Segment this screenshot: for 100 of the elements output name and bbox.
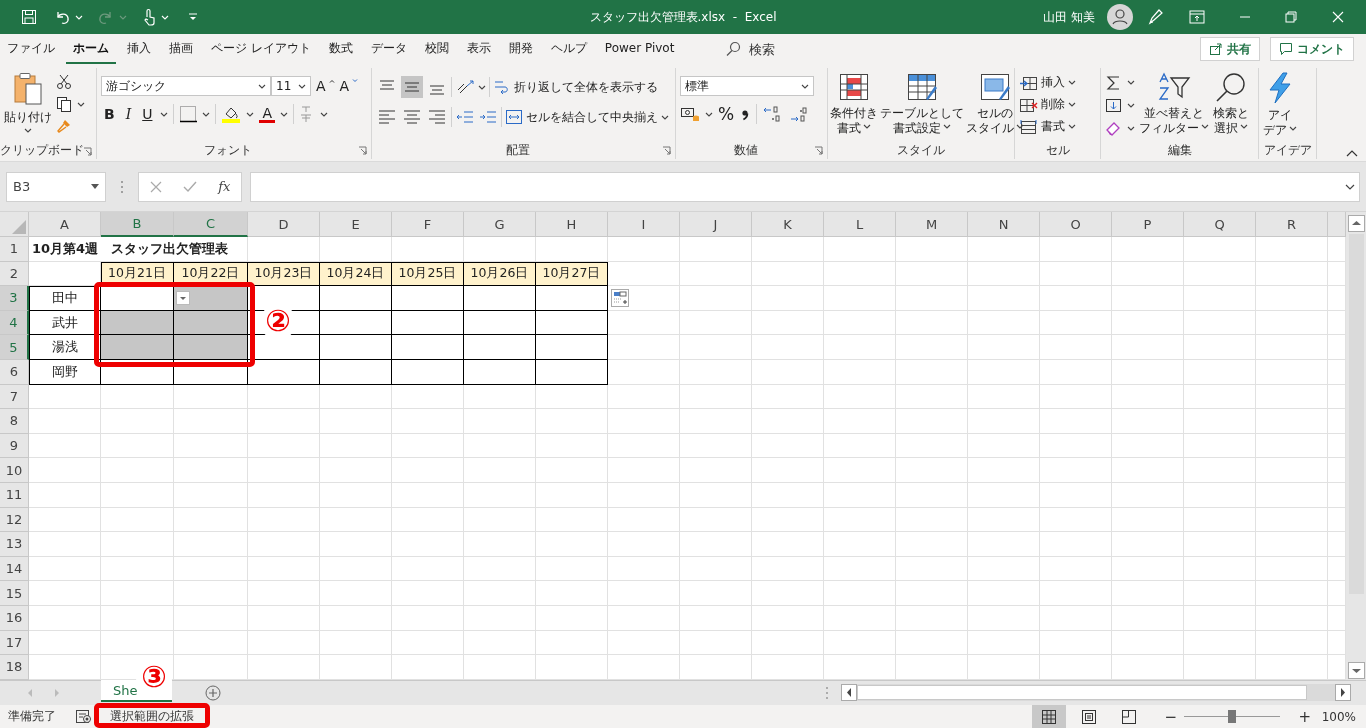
row-header[interactable]: 13 <box>0 532 29 557</box>
ribbon-tab[interactable]: 校閲 <box>417 34 456 64</box>
scroll-left-icon[interactable] <box>841 684 857 701</box>
row-header[interactable]: 17 <box>0 630 29 656</box>
insert-function-button[interactable]: fx <box>218 179 231 194</box>
save-icon[interactable] <box>21 9 37 25</box>
row-header[interactable]: 11 <box>0 482 29 508</box>
row-header[interactable]: 4 <box>0 310 29 336</box>
font-name-field[interactable]: 游ゴシック <box>101 76 271 96</box>
zoom-out-button[interactable]: − <box>1163 707 1178 726</box>
caret-icon[interactable] <box>1345 183 1355 190</box>
caret-icon[interactable] <box>1068 102 1076 107</box>
caret-icon[interactable] <box>91 184 99 189</box>
ribbon-tab[interactable]: データ <box>363 34 414 64</box>
fill-color-icon[interactable] <box>221 105 242 123</box>
caret-icon[interactable] <box>280 111 289 117</box>
column-header[interactable]: Q <box>1184 212 1256 237</box>
column-header[interactable]: C <box>174 212 248 237</box>
dialog-launcher-icon[interactable] <box>83 147 92 156</box>
touch-icon[interactable] <box>142 8 156 26</box>
scroll-up-icon[interactable] <box>1347 215 1365 232</box>
italic-button[interactable]: I <box>122 106 135 122</box>
row-header[interactable]: 6 <box>0 359 29 385</box>
add-sheet-icon[interactable] <box>205 685 221 701</box>
format-cells-button[interactable]: 書式 <box>1019 118 1076 135</box>
caret-icon[interactable] <box>77 101 85 107</box>
dialog-launcher-icon[interactable] <box>662 146 671 155</box>
vertical-scrollbar[interactable] <box>1346 212 1366 680</box>
ideas-button[interactable]: アイ デア <box>1263 70 1297 140</box>
column-header[interactable]: K <box>752 212 824 237</box>
caret-icon[interactable] <box>1016 124 1024 129</box>
formula-input[interactable] <box>250 171 1360 202</box>
number-format-field[interactable]: 標準 <box>680 76 814 96</box>
caret-icon[interactable] <box>1127 80 1135 85</box>
scissors-icon[interactable] <box>56 74 72 90</box>
caret-icon[interactable] <box>202 111 211 117</box>
ribbon-tab[interactable]: Power Pivot <box>597 34 682 64</box>
caret-icon[interactable] <box>298 83 306 89</box>
caret-icon[interactable] <box>705 111 713 117</box>
customize-icon[interactable] <box>188 12 198 22</box>
ribbon-tab[interactable]: 挿入 <box>120 34 158 64</box>
row-header[interactable]: 10 <box>0 458 29 483</box>
bold-button[interactable]: B <box>101 106 118 122</box>
column-header[interactable]: P <box>1112 212 1184 237</box>
slider-thumb[interactable] <box>1227 710 1236 723</box>
caret-icon[interactable] <box>1289 126 1297 131</box>
column-header[interactable]: G <box>464 212 536 237</box>
scroll-right-icon[interactable] <box>1335 684 1351 701</box>
font-size-field[interactable]: 11 <box>271 76 311 96</box>
column-header[interactable]: N <box>968 212 1040 237</box>
ribbon-tab[interactable]: 数式 <box>321 34 360 64</box>
scroll-down-icon[interactable] <box>1347 662 1365 679</box>
ribbon-display-icon[interactable] <box>1189 10 1205 24</box>
row-header[interactable]: 14 <box>0 556 29 582</box>
normal-view-button[interactable] <box>1031 705 1066 728</box>
zoom-in-button[interactable]: + <box>1297 707 1312 726</box>
find-select-button[interactable]: 検索と 選択 <box>1213 70 1249 138</box>
horizontal-scrollbar[interactable] <box>841 684 1351 701</box>
comment-button[interactable]: コメント <box>1270 37 1354 61</box>
column-header[interactable]: M <box>896 212 968 237</box>
row-header[interactable]: 18 <box>0 655 29 680</box>
avatar-icon[interactable] <box>1107 4 1133 30</box>
borders-icon[interactable] <box>179 105 198 123</box>
caret-icon[interactable] <box>661 114 669 120</box>
row-header[interactable]: 2 <box>0 261 29 287</box>
scroll-thumb[interactable] <box>857 685 1307 700</box>
caret-icon[interactable] <box>943 124 951 129</box>
merge-center-button[interactable]: セルを結合して中央揃え <box>505 108 669 126</box>
caret-icon[interactable] <box>320 111 329 117</box>
column-header[interactable]: O <box>1040 212 1112 237</box>
column-header[interactable]: B <box>101 212 174 237</box>
caret-icon[interactable] <box>246 111 255 117</box>
row-header[interactable]: 5 <box>0 335 29 360</box>
column-header[interactable]: D <box>248 212 320 237</box>
caret-icon[interactable] <box>160 111 169 117</box>
insert-cells-button[interactable]: 挿入 <box>1019 74 1076 91</box>
ribbon-tab[interactable]: ヘルプ <box>543 34 594 64</box>
delete-cells-button[interactable]: 削除 <box>1019 96 1076 113</box>
column-header[interactable]: A <box>29 212 101 237</box>
caret-icon[interactable] <box>1240 124 1248 129</box>
column-header[interactable]: H <box>536 212 608 237</box>
sum-icon[interactable] <box>1105 74 1122 91</box>
caret-icon[interactable] <box>1068 124 1076 129</box>
dialog-launcher-icon[interactable] <box>814 146 823 155</box>
column-header[interactable]: F <box>392 212 464 237</box>
column-header[interactable]: J <box>680 212 752 237</box>
quick-analysis-icon[interactable] <box>611 289 629 308</box>
search-field[interactable]: 検索 <box>749 41 850 57</box>
caret-icon[interactable] <box>24 128 32 133</box>
caret-icon[interactable] <box>1201 124 1209 129</box>
wrap-text-button[interactable]: 折り返して全体を表示する <box>493 78 658 96</box>
currency-icon[interactable] <box>680 105 700 123</box>
dialog-launcher-icon[interactable] <box>358 146 367 155</box>
row-header[interactable]: 1 <box>0 237 29 262</box>
share-button[interactable]: 共有 <box>1200 37 1260 61</box>
restore-icon[interactable] <box>1285 11 1297 23</box>
macro-record-icon[interactable] <box>76 709 92 724</box>
pen-icon[interactable] <box>1147 8 1165 26</box>
name-box[interactable]: B3 <box>6 171 106 202</box>
column-header[interactable]: E <box>320 212 392 237</box>
